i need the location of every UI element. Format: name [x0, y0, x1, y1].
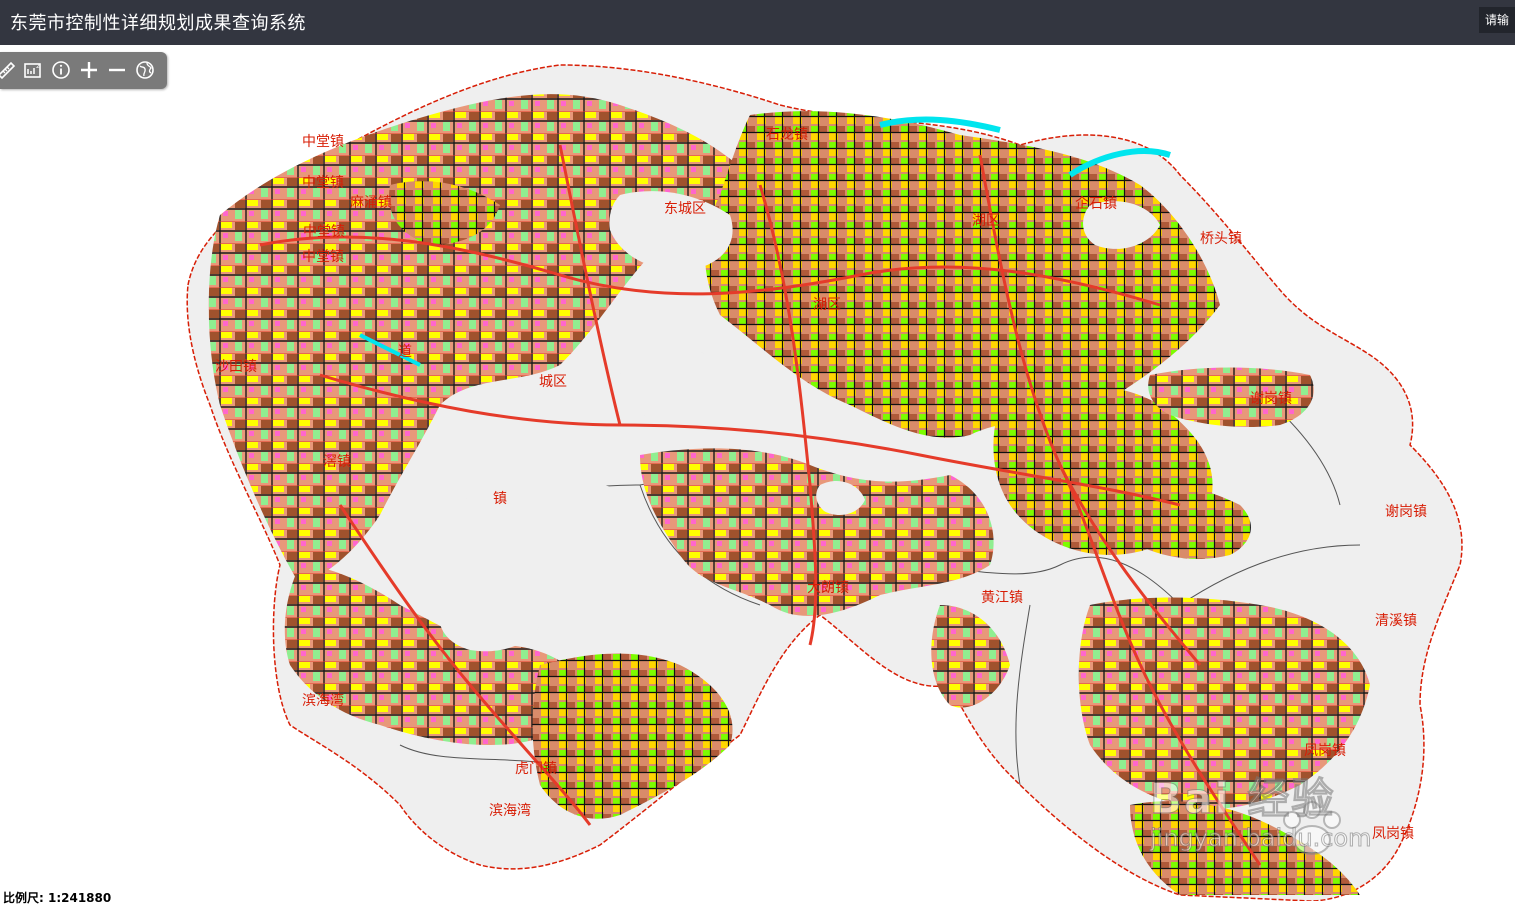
map-toolbar: 2 [0, 52, 167, 89]
svg-text:2: 2 [36, 63, 40, 70]
place-label: 麻涌镇 [350, 195, 392, 211]
area-measure-icon: 2 [24, 63, 41, 78]
place-label: 道 [398, 344, 412, 360]
zoom-out-button[interactable] [105, 58, 129, 82]
login-button[interactable]: 请输 [1479, 7, 1515, 33]
place-label: 东城区 [664, 201, 706, 217]
place-label: 清溪镇 [1375, 613, 1417, 629]
ruler-icon [0, 61, 16, 80]
place-label: 滘镇 [323, 454, 351, 470]
place-label: 滨海湾 [302, 693, 344, 709]
place-label: 城区 [539, 374, 567, 390]
place-label: 黄江镇 [981, 590, 1023, 606]
place-label: 湖区 [813, 297, 841, 313]
zoom-in-button[interactable] [77, 58, 101, 82]
full-extent-button[interactable] [133, 58, 157, 82]
place-label: 镇 [493, 491, 507, 507]
place-label: 大朗镇 [807, 580, 849, 596]
identify-button[interactable] [49, 58, 73, 82]
place-label: 中堂镇 [302, 134, 344, 150]
place-label: 谢岗镇 [1250, 391, 1292, 407]
place-label: 中堂镇 [302, 249, 344, 265]
place-label: 湖区 [972, 213, 1000, 229]
place-label: 虎门镇 [515, 761, 557, 777]
plus-icon [81, 62, 97, 78]
place-label: 凤岗镇 [1304, 743, 1346, 759]
place-label: 桥头镇 [1200, 231, 1242, 247]
place-label: 中堂镇 [302, 175, 344, 191]
measure-area-button[interactable]: 2 [21, 58, 45, 82]
map-canvas[interactable] [0, 45, 1515, 901]
minus-icon [109, 68, 125, 72]
info-icon [52, 61, 70, 79]
place-label: 沙田镇 [215, 359, 257, 375]
place-label: 凤岗镇 [1372, 826, 1414, 842]
app-title: 东莞市控制性详细规划成果查询系统 [10, 13, 306, 34]
place-label: 企石镇 [1075, 196, 1117, 212]
place-label: 谢岗镇 [1385, 504, 1427, 520]
place-label: 滨海湾 [489, 803, 531, 819]
app-header: 东莞市控制性详细规划成果查询系统 请输 [0, 0, 1515, 45]
measure-distance-button[interactable] [0, 58, 18, 82]
place-label: 石龙镇 [766, 127, 808, 143]
globe-icon [136, 61, 154, 79]
place-label: 中堂镇 [303, 224, 345, 240]
scale-readout: 比例尺: 1:241880 [0, 889, 115, 906]
map-svg[interactable] [0, 45, 1515, 901]
